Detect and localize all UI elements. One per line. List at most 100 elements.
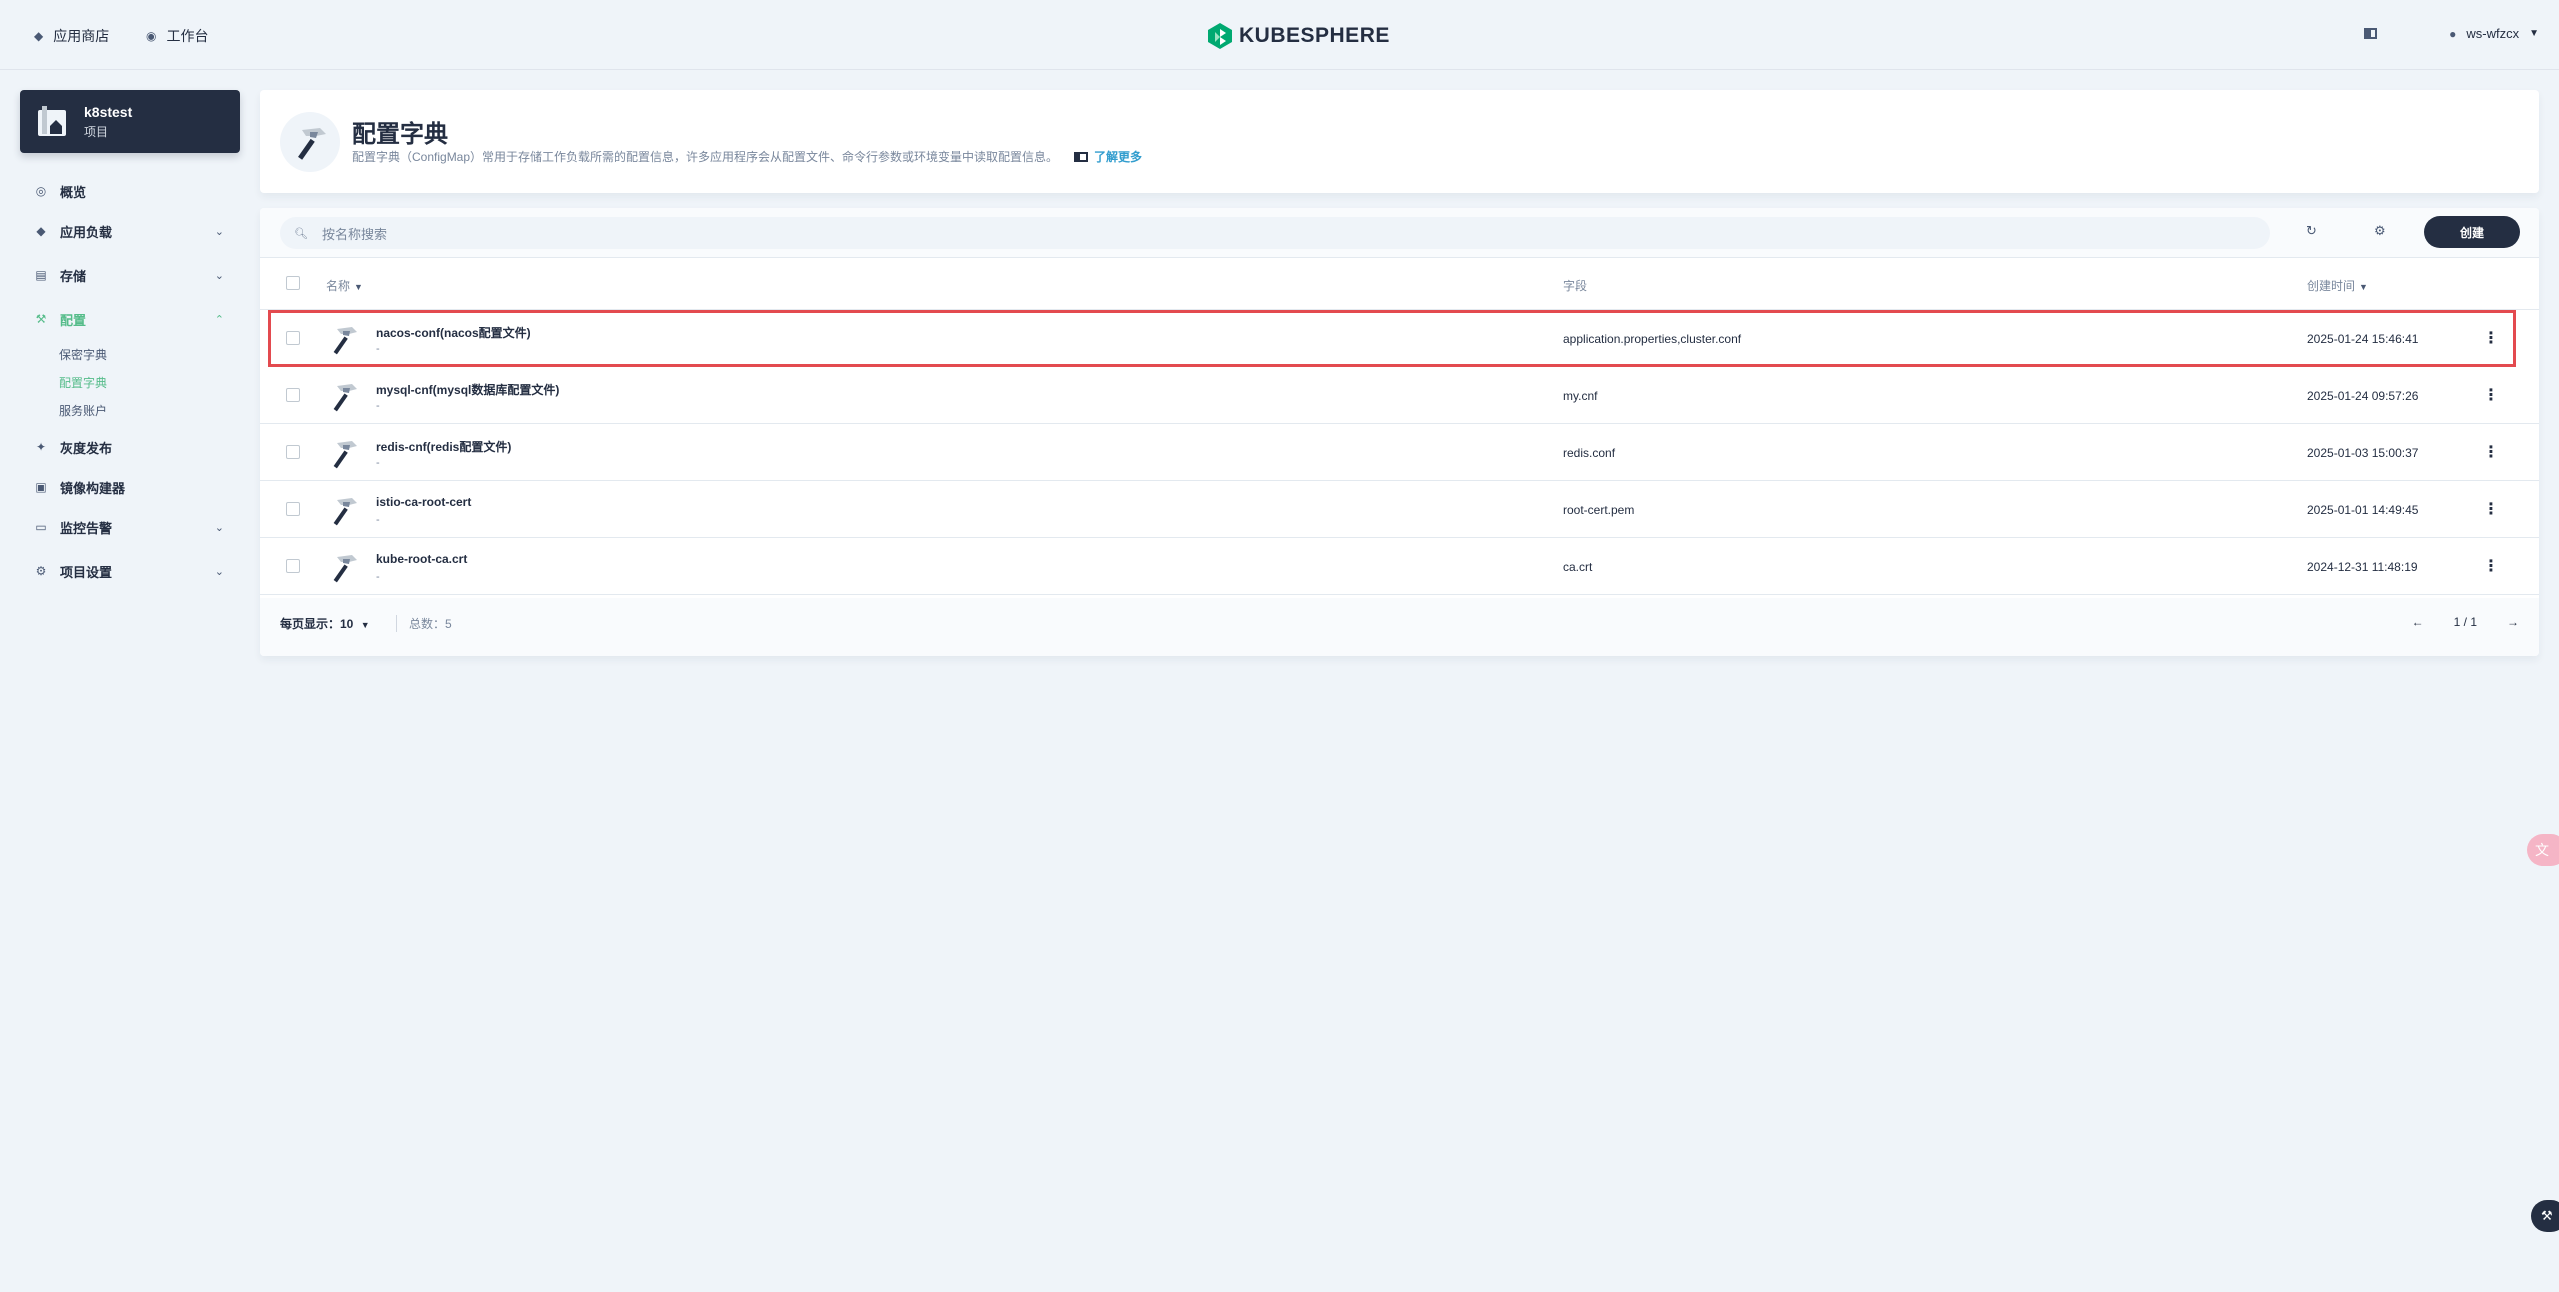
page-description: 配置字典（ConfigMap）常用于存储工作负载所需的配置信息，许多应用程序会从… — [352, 148, 1142, 165]
chevron-down-icon: ⌄ — [214, 225, 224, 238]
row-description: - — [376, 457, 380, 469]
row-checkbox[interactable] — [286, 559, 300, 573]
hammer-icon — [333, 498, 357, 526]
per-page-label: 每页显示：10 — [280, 617, 354, 631]
search-icon: 🔍︎ — [294, 227, 308, 240]
row-name[interactable]: istio-ca-root-cert — [376, 495, 471, 509]
prev-page-icon[interactable]: ← — [2412, 615, 2424, 629]
next-page-icon[interactable]: → — [2507, 615, 2519, 629]
sidebar-item-grayscale[interactable]: ✦ 灰度发布 — [34, 436, 224, 458]
sidebar-subitem-secrets[interactable]: 保密字典 — [59, 346, 107, 363]
project-card[interactable]: k8stest 项目 — [20, 90, 240, 153]
table-row[interactable]: mysql-cnf(mysql数据库配置文件) - my.cnf 2025-01-24… — [260, 367, 2539, 424]
row-created-time: 2025-01-03 15:00:37 — [2307, 446, 2419, 460]
chevron-down-icon: ⌄ — [214, 269, 224, 282]
total-count: 总数：5 — [396, 615, 452, 632]
row-description: - — [376, 400, 380, 412]
app-store-label: 应用商店 — [53, 28, 110, 44]
theme-toggle-icon[interactable] — [2364, 28, 2377, 39]
row-created-time: 2025-01-24 15:46:41 — [2307, 332, 2419, 346]
table-header: 名称 ▼ 字段 创建时间 ▼ — [260, 258, 2539, 310]
row-description: - — [376, 343, 380, 355]
sidebar-item-label: 镜像构建器 — [60, 480, 126, 496]
select-all-checkbox[interactable] — [286, 276, 300, 290]
table-row[interactable]: nacos-conf(nacos配置文件) - application.proper… — [268, 310, 2516, 367]
kubesphere-logo[interactable]: KUBESPHERE — [1207, 22, 1390, 50]
row-checkbox[interactable] — [286, 331, 300, 345]
row-field: ca.crt — [1563, 560, 1593, 574]
more-options-icon[interactable]: ⋮ — [2483, 328, 2499, 348]
sidebar-item-config[interactable]: ⚒ 配置 ⌃ — [34, 308, 224, 330]
translate-icon[interactable]: 文 — [2527, 834, 2559, 866]
table-toolbar: 🔍︎ 按名称搜索 ↻ ⚙ 创建 — [260, 208, 2539, 258]
row-checkbox[interactable] — [286, 502, 300, 516]
sidebar-item-label: 应用负载 — [60, 224, 113, 240]
table-row[interactable]: istio-ca-root-cert - root-cert.pem 2025-01-… — [260, 481, 2539, 538]
workbench-link[interactable]: ◉ 工作台 — [146, 26, 208, 46]
page-title: 配置字典 — [352, 121, 448, 148]
sidebar-item-label: 监控告警 — [60, 520, 113, 536]
column-field: 字段 — [1563, 279, 1588, 293]
row-checkbox[interactable] — [286, 445, 300, 459]
more-options-icon[interactable]: ⋮ — [2483, 442, 2499, 462]
table-row[interactable]: kube-root-ca.crt - ca.crt 2024-12-31 11:48:… — [260, 538, 2539, 595]
hammer-icon: ⚒ — [35, 312, 47, 326]
page-indicator: 1 / 1 — [2453, 615, 2477, 629]
learn-more-label: 了解更多 — [1094, 150, 1143, 164]
sidebar-item-workloads[interactable]: ◆ 应用负载 ⌄ — [34, 220, 224, 242]
project-icon — [38, 106, 66, 136]
column-name-label: 名称 — [326, 279, 351, 293]
page-description-text: 配置字典（ConfigMap）常用于存储工作负载所需的配置信息，许多应用程序会从… — [352, 150, 1059, 164]
more-options-icon[interactable]: ⋮ — [2483, 499, 2499, 519]
configmap-table: 🔍︎ 按名称搜索 ↻ ⚙ 创建 名称 ▼ 字段 创建时间 ▼ nacos-conf(… — [260, 208, 2539, 656]
top-bar: ◆ 应用商店 ◉ 工作台 KUBESPHERE ● ws-wfzcx ▼ — [0, 0, 2559, 70]
project-name: k8stest — [84, 104, 133, 120]
page-header: 配置字典 配置字典（ConfigMap）常用于存储工作负载所需的配置信息，许多应… — [260, 90, 2539, 193]
sidebar-item-label: 配置 — [60, 312, 87, 328]
row-name[interactable]: mysql-cnf(mysql数据库配置文件) — [376, 381, 559, 398]
row-field: my.cnf — [1563, 389, 1598, 403]
sidebar-subitem-configmaps[interactable]: 配置字典 — [59, 374, 107, 391]
sidebar-item-monitoring[interactable]: ▭ 监控告警 ⌄ — [34, 516, 224, 538]
refresh-icon[interactable]: ↻ — [2306, 223, 2317, 239]
sidebar-subitem-service-accounts[interactable]: 服务账户 — [59, 402, 107, 419]
row-name[interactable]: nacos-conf(nacos配置文件) — [376, 324, 531, 341]
sidebar-item-storage[interactable]: ▤ 存储 ⌄ — [34, 264, 224, 286]
storage-icon: ▤ — [35, 268, 47, 282]
sidebar-item-label: 概览 — [60, 184, 87, 200]
row-checkbox[interactable] — [286, 388, 300, 402]
settings-icon[interactable]: ⚙ — [2374, 223, 2386, 239]
app-store-link[interactable]: ◆ 应用商店 — [34, 26, 109, 46]
user-icon: ● — [2449, 26, 2457, 41]
brand-text: KUBESPHERE — [1239, 24, 1390, 47]
column-name[interactable]: 名称 ▼ — [326, 277, 363, 294]
column-created[interactable]: 创建时间 ▼ — [2307, 277, 2368, 294]
user-menu[interactable]: ● ws-wfzcx ▼ — [2449, 26, 2539, 41]
toolbox-icon[interactable]: ⚒ — [2531, 1200, 2559, 1232]
book-icon — [1074, 151, 1089, 162]
column-created-label: 创建时间 — [2307, 279, 2356, 293]
sort-caret-icon: ▼ — [2359, 282, 2368, 292]
create-button[interactable]: 创建 — [2424, 216, 2520, 248]
table-row[interactable]: redis-cnf(redis配置文件) - redis.conf 2025-01-0… — [260, 424, 2539, 481]
table-footer: 每页显示：10 ▼ 总数：5 ← 1 / 1 → — [260, 598, 2539, 656]
per-page-select[interactable]: 每页显示：10 ▼ — [280, 615, 370, 632]
project-type: 项目 — [84, 125, 109, 139]
search-placeholder: 按名称搜索 — [321, 226, 387, 242]
workbench-label: 工作台 — [166, 28, 209, 44]
monitoring-icon: ▭ — [35, 520, 47, 534]
sidebar-item-project-settings[interactable]: ⚙ 项目设置 ⌄ — [34, 560, 224, 582]
more-options-icon[interactable]: ⋮ — [2483, 385, 2499, 405]
row-name[interactable]: redis-cnf(redis配置文件) — [376, 438, 511, 455]
sidebar-item-overview[interactable]: ◎ 概览 — [34, 180, 224, 202]
sidebar-item-image-builder[interactable]: ▣ 镜像构建器 — [34, 476, 224, 498]
more-options-icon[interactable]: ⋮ — [2483, 556, 2499, 576]
pagination: ← 1 / 1 → — [2412, 615, 2519, 629]
learn-more-link[interactable]: 了解更多 — [1074, 148, 1142, 165]
search-input[interactable]: 🔍︎ 按名称搜索 — [280, 217, 2270, 249]
sidebar-item-label: 存储 — [60, 268, 87, 284]
image-builder-icon: ▣ — [35, 480, 47, 494]
hammer-icon — [333, 441, 357, 469]
row-name[interactable]: kube-root-ca.crt — [376, 552, 467, 566]
sidebar-item-label: 灰度发布 — [60, 440, 113, 456]
